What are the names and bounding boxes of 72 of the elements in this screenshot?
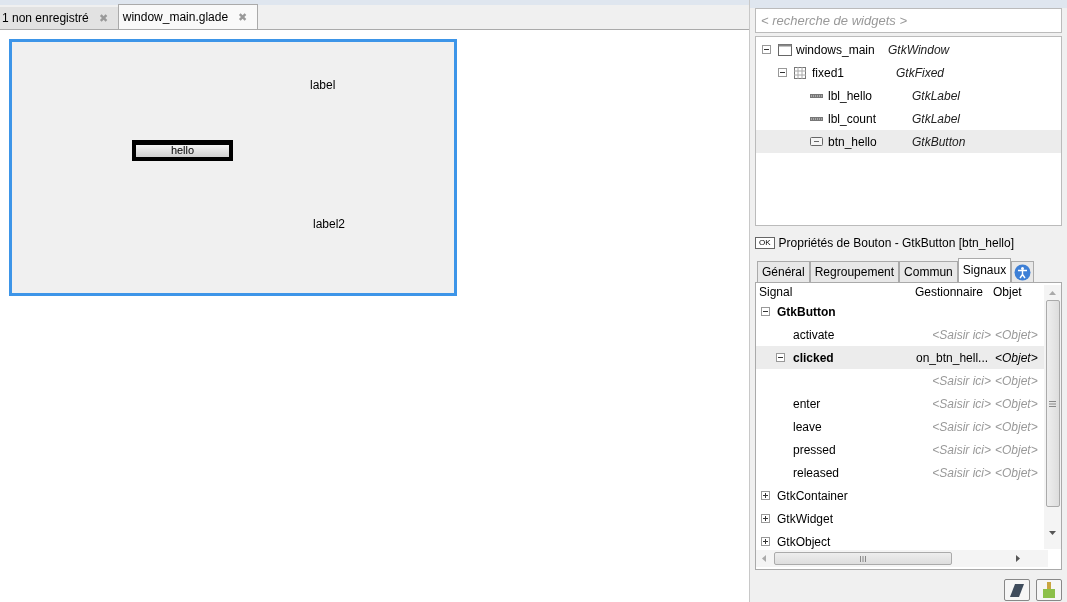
tree-item[interactable]: fixed1 GtkFixed [756,61,1061,84]
widget-type: GtkLabel [912,110,961,128]
collapse-icon[interactable] [762,45,771,54]
preview-label: label [310,77,336,94]
signal-row[interactable]: clicked on_btn_hell... <Objet> [756,346,1046,369]
expand-icon[interactable] [761,514,770,523]
preview-label: label2 [313,216,346,233]
ok-badge: OK [755,237,775,249]
signal-group-row[interactable]: GtkButton [756,300,1046,323]
signal-name: enter [793,395,822,413]
down-arrow-icon[interactable] [1049,531,1056,535]
signal-group-row[interactable]: GtkWidget [756,507,1046,530]
document-tab[interactable]: 1 non enregistré ✖ [0,7,118,29]
tree-item[interactable]: lbl_count GtkLabel [756,107,1061,130]
label-icon [810,92,823,99]
signal-name: activate [793,326,836,344]
expand-icon[interactable] [761,491,770,500]
scrollbar-thumb[interactable] [774,552,952,565]
group-name: GtkWidget [777,510,833,528]
horizontal-scrollbar[interactable] [756,550,1048,567]
column-header[interactable]: Signal [756,282,912,301]
signal-group-row[interactable]: GtkObject [756,530,1046,553]
widget-name: lbl_count [828,110,878,128]
properties-tab[interactable]: Général [757,261,810,282]
paint-button[interactable] [1036,579,1062,601]
signal-name: released [793,464,841,482]
signal-name: pressed [793,441,837,459]
collapse-icon[interactable] [776,353,785,362]
window-icon [778,43,792,56]
widget-name: btn_hello [828,133,878,151]
properties-tab[interactable]: Regroupement [809,261,900,282]
right-arrow-icon[interactable] [1016,555,1020,562]
tree-item[interactable]: lbl_hello GtkLabel [756,84,1061,107]
vertical-scrollbar[interactable] [1044,285,1061,549]
widget-name: windows_main [796,41,876,59]
widget-type: GtkWindow [888,41,950,59]
signal-group-row[interactable]: GtkContainer [756,484,1046,507]
widget-name: fixed1 [812,64,846,82]
widget-name: lbl_hello [828,87,874,105]
label-icon [810,115,823,122]
grip-icon [1049,400,1056,407]
grid-icon [794,66,806,79]
object-cell[interactable]: <Objet> [995,348,1038,367]
widget-type: GtkFixed [896,64,944,82]
search-field[interactable]: < recherche de widgets > [755,8,1062,33]
properties-tab[interactable]: Signaux [957,258,1012,282]
expand-icon[interactable] [761,537,770,546]
column-header[interactable]: Gestionnaire [912,282,990,301]
accessibility-icon[interactable] [1014,263,1032,281]
properties-title: Propriétés de Bouton - GtkButton [btn_hello] [778,235,1015,252]
button-icon [810,137,823,146]
scrollbar-thumb[interactable] [1045,300,1060,507]
group-name: GtkButton [777,303,836,321]
signal-name: leave [793,418,823,436]
handler-cell[interactable]: on_btn_hell... [916,348,995,367]
document-tab[interactable]: window_main.glade ✖ [117,4,259,29]
widget-type: GtkButton [912,133,966,151]
tree-item[interactable]: windows_main GtkWindow [756,38,1061,61]
collapse-icon[interactable] [761,307,770,316]
column-header[interactable]: Objet [990,282,1022,301]
tree-item[interactable]: btn_hello GtkButton [756,130,1061,153]
collapse-icon[interactable] [778,68,787,77]
group-name: GtkContainer [777,487,848,505]
grip-icon [860,555,866,562]
properties-tab[interactable]: Commun [899,261,958,282]
group-name: GtkObject [777,533,831,551]
eraser-button[interactable] [1004,579,1030,601]
signal-name: clicked [793,349,835,367]
widget-type: GtkLabel [912,87,961,105]
paintbrush-icon [1042,582,1056,598]
preview-button[interactable]: hello [132,140,233,161]
eraser-icon [1010,583,1024,597]
